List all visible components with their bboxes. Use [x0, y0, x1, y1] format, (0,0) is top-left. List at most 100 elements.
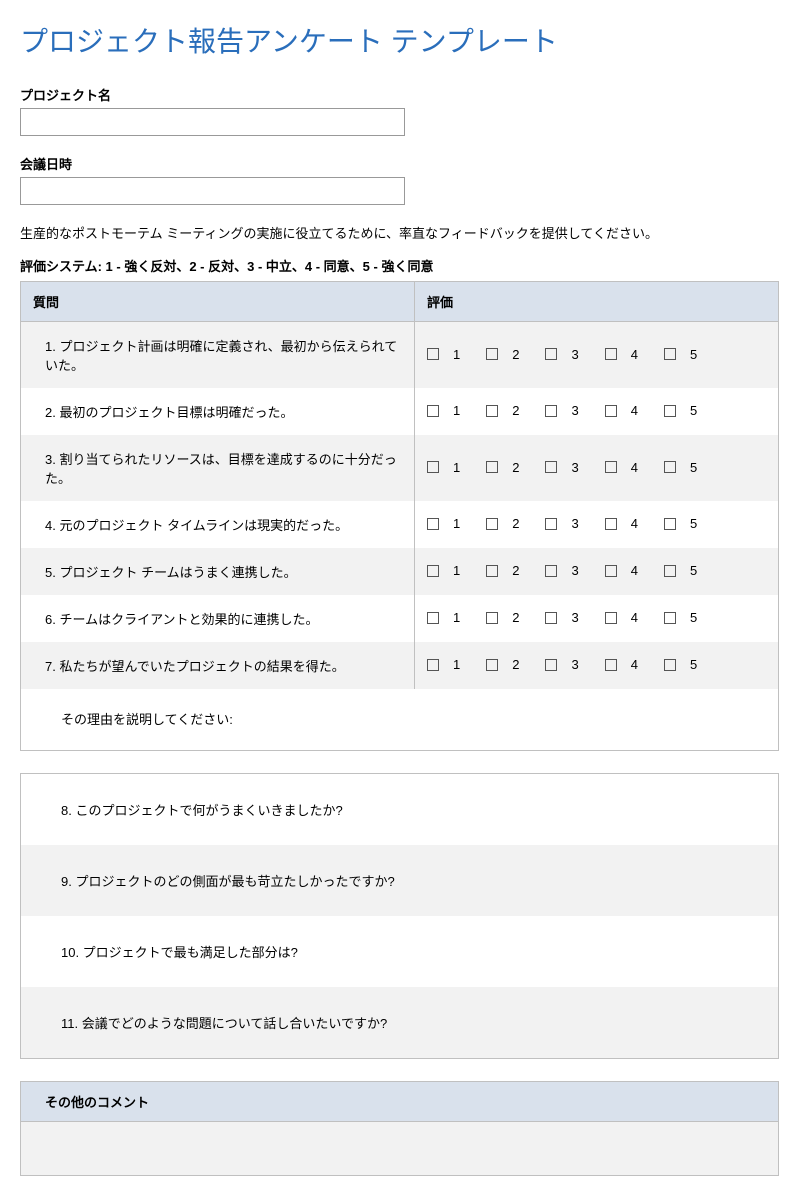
rating-checkbox[interactable] — [545, 518, 557, 530]
rating-checkbox[interactable] — [486, 565, 498, 577]
rating-checkbox[interactable] — [486, 659, 498, 671]
meeting-date-input[interactable] — [20, 177, 405, 205]
table-row: 7. 私たちが望んでいたプロジェクトの結果を得た。 1 2 3 4 5 — [21, 642, 779, 689]
rating-option: 1 — [427, 403, 460, 418]
open-questions-section: 8. このプロジェクトで何がうまくいきましたか?9. プロジェクトのどの側面が最… — [20, 773, 779, 1059]
rating-checkbox[interactable] — [486, 612, 498, 624]
question-cell: 2. 最初のプロジェクト目標は明確だった。 — [21, 388, 415, 435]
rating-option: 1 — [427, 460, 460, 475]
rating-checkbox[interactable] — [605, 612, 617, 624]
rating-number: 3 — [571, 403, 578, 418]
question-cell: 7. 私たちが望んでいたプロジェクトの結果を得た。 — [21, 642, 415, 689]
rating-option: 3 — [545, 563, 578, 578]
rating-checkbox[interactable] — [427, 461, 439, 473]
rating-checkbox[interactable] — [605, 405, 617, 417]
rating-option: 4 — [605, 347, 638, 362]
rating-checkbox[interactable] — [545, 565, 557, 577]
rating-number: 1 — [453, 563, 460, 578]
rating-number: 5 — [690, 657, 697, 672]
rating-cell: 12345 — [415, 388, 779, 435]
rating-checkbox[interactable] — [664, 518, 676, 530]
rating-option: 5 — [664, 610, 697, 625]
rating-cell: 1 2 3 4 5 — [415, 501, 779, 548]
rating-number: 1 — [453, 347, 460, 362]
table-row: 3. 割り当てられたリソースは、目標を達成するのに十分だった。12345 — [21, 435, 779, 501]
rating-checkbox[interactable] — [545, 612, 557, 624]
rating-checkbox[interactable] — [486, 461, 498, 473]
rating-checkbox[interactable] — [605, 565, 617, 577]
rating-checkbox[interactable] — [427, 565, 439, 577]
rating-checkbox[interactable] — [605, 348, 617, 360]
rating-checkbox[interactable] — [605, 659, 617, 671]
col-question-header: 質問 — [21, 282, 415, 322]
table-row: 5. プロジェクト チームはうまく連携した。12345 — [21, 548, 779, 595]
rating-option: 4 — [605, 403, 638, 418]
question-cell: 5. プロジェクト チームはうまく連携した。 — [21, 548, 415, 595]
open-question-row: 11. 会議でどのような問題について話し合いたいですか? — [21, 987, 778, 1058]
rating-checkbox[interactable] — [605, 518, 617, 530]
rating-checkbox[interactable] — [427, 659, 439, 671]
rating-option: 1 — [427, 657, 460, 672]
rating-number: 4 — [631, 347, 638, 362]
rating-checkbox[interactable] — [605, 461, 617, 473]
rating-checkbox[interactable] — [664, 348, 676, 360]
rating-number: 2 — [512, 657, 519, 672]
table-row: 2. 最初のプロジェクト目標は明確だった。12345 — [21, 388, 779, 435]
rating-checkbox[interactable] — [664, 659, 676, 671]
comments-section: その他のコメント — [20, 1081, 779, 1176]
project-name-input[interactable] — [20, 108, 405, 136]
rating-checkbox[interactable] — [545, 405, 557, 417]
open-question-row: 10. プロジェクトで最も満足した部分は? — [21, 916, 778, 987]
rating-number: 4 — [631, 563, 638, 578]
rating-option: 1 — [427, 610, 460, 625]
project-name-label: プロジェクト名 — [20, 85, 779, 104]
rating-number: 3 — [571, 610, 578, 625]
rating-checkbox[interactable] — [664, 461, 676, 473]
rating-option: 4 — [605, 657, 638, 672]
col-rating-header: 評価 — [415, 282, 779, 322]
rating-option: 3 — [545, 657, 578, 672]
rating-number: 4 — [631, 460, 638, 475]
intro-text: 生産的なポストモーテム ミーティングの実施に役立てるために、率直なフィードバック… — [20, 223, 779, 242]
explain-label: その理由を説明してください: — [21, 689, 779, 751]
rating-cell: 1 2 3 4 5 — [415, 642, 779, 689]
rating-number: 3 — [571, 516, 578, 531]
question-cell: 1. プロジェクト計画は明確に定義され、最初から伝えられていた。 — [21, 322, 415, 389]
rating-checkbox[interactable] — [427, 612, 439, 624]
rating-checkbox[interactable] — [486, 518, 498, 530]
rating-option: 3 — [545, 516, 578, 531]
rating-checkbox[interactable] — [486, 348, 498, 360]
rating-option: 2 — [486, 563, 519, 578]
rating-option: 1 — [427, 516, 460, 531]
rating-number: 5 — [690, 516, 697, 531]
rating-option: 5 — [664, 403, 697, 418]
comments-body[interactable] — [20, 1122, 779, 1176]
rating-checkbox[interactable] — [486, 405, 498, 417]
rating-number: 1 — [453, 657, 460, 672]
rating-cell: 12345 — [415, 548, 779, 595]
rating-checkbox[interactable] — [545, 348, 557, 360]
rating-checkbox[interactable] — [545, 659, 557, 671]
rating-option: 1 — [427, 347, 460, 362]
rating-number: 4 — [631, 516, 638, 531]
rating-checkbox[interactable] — [545, 461, 557, 473]
rating-number: 5 — [690, 347, 697, 362]
rating-checkbox[interactable] — [664, 565, 676, 577]
open-question-row: 9. プロジェクトのどの側面が最も苛立たしかったですか? — [21, 845, 778, 916]
page-title: プロジェクト報告アンケート テンプレート — [20, 20, 779, 60]
rating-number: 5 — [690, 403, 697, 418]
rating-checkbox[interactable] — [427, 348, 439, 360]
rating-checkbox[interactable] — [664, 405, 676, 417]
rating-option: 3 — [545, 460, 578, 475]
rating-checkbox[interactable] — [427, 518, 439, 530]
rating-number: 1 — [453, 610, 460, 625]
rating-option: 3 — [545, 347, 578, 362]
rating-number: 2 — [512, 347, 519, 362]
rating-option: 2 — [486, 516, 519, 531]
project-name-field: プロジェクト名 — [20, 85, 779, 136]
rating-option: 3 — [545, 610, 578, 625]
rating-number: 3 — [571, 657, 578, 672]
question-cell: 4. 元のプロジェクト タイムラインは現実的だった。 — [21, 501, 415, 548]
rating-checkbox[interactable] — [664, 612, 676, 624]
rating-checkbox[interactable] — [427, 405, 439, 417]
